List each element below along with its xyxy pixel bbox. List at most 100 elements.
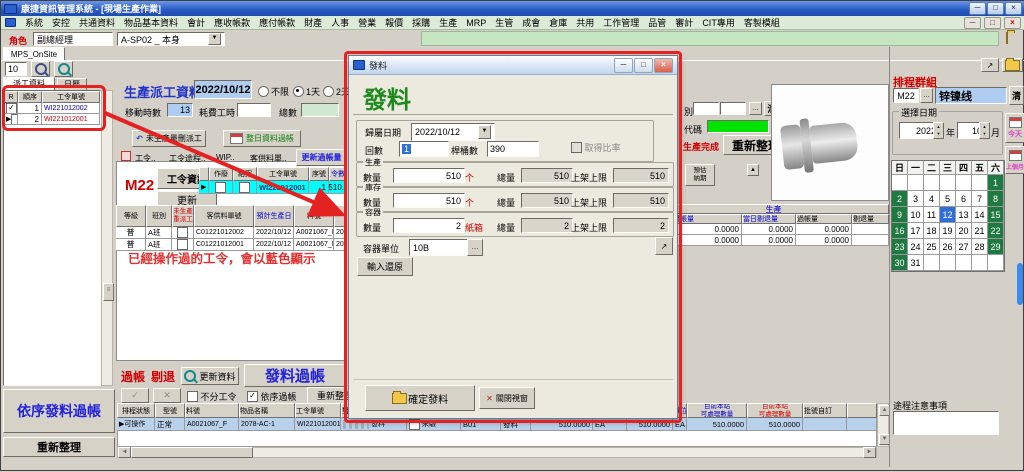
mdi-close-button[interactable]: × [1004, 17, 1021, 29]
calendar-day[interactable]: 29 [988, 239, 1004, 255]
maximize-button[interactable]: □ [987, 2, 1004, 15]
detail-row-date[interactable]: 2022/10/12 [254, 227, 294, 239]
update-post-qty-button[interactable]: 更新過帳量 [296, 149, 347, 166]
calendar-day[interactable]: 14 [972, 207, 988, 223]
year-stepper[interactable]: ▲▼ [933, 122, 944, 139]
tab-dispatch-data[interactable]: 派工資料 [3, 77, 55, 90]
mdi-minimize-button[interactable]: ─ [964, 17, 981, 29]
list-row-wo[interactable]: WI221012002 [42, 103, 100, 114]
menu-item[interactable]: 倉庫 [549, 16, 567, 29]
radio-1day[interactable]: 1天 [293, 85, 320, 98]
tab-calendar[interactable]: 日曆 [57, 78, 87, 90]
scroll-up-icon[interactable]: ▲ [747, 164, 759, 176]
role-name-field[interactable]: 副總經理 [33, 32, 113, 46]
container-qty-input[interactable]: 2 [393, 218, 465, 233]
calendar-day[interactable]: 1 [988, 175, 1004, 191]
calendar-day[interactable]: 22 [988, 223, 1004, 239]
checkbox-icon[interactable] [409, 419, 420, 430]
schedule-group-code[interactable]: M22 [893, 88, 919, 103]
menu-item[interactable]: 應付帳款 [259, 16, 295, 29]
br-status[interactable]: ▶可操作 [117, 418, 155, 431]
menu-item[interactable]: 會計 [187, 16, 205, 29]
popout-button[interactable]: ↗ [981, 58, 999, 72]
menu-item[interactable]: 生產 [439, 16, 457, 29]
sequential-issue-button[interactable]: 依序發料過帳 [3, 389, 115, 433]
calendar-day[interactable] [892, 175, 908, 191]
calendar-day[interactable]: 17 [908, 223, 924, 239]
tab-mps-onsite[interactable]: MPS_OnSite [3, 47, 65, 61]
role-unit-dropdown[interactable]: A-SP02 _ 本身 ▼ [117, 32, 225, 46]
tab-supply[interactable]: 客供料單.. [250, 153, 286, 164]
calendar-day[interactable] [924, 255, 940, 271]
wo-row-seq[interactable]: 1 [309, 181, 329, 194]
close-button[interactable]: × [1005, 2, 1022, 15]
br-qty1[interactable]: 510.0000 [531, 418, 593, 431]
menu-item[interactable]: 人事 [331, 16, 349, 29]
calendar-day-selected[interactable]: 12 [940, 207, 956, 223]
calendar-day[interactable] [972, 255, 988, 271]
month-stepper[interactable]: ▲▼ [979, 122, 990, 139]
barrel-count-input[interactable]: 390 [487, 141, 539, 157]
calendar-day[interactable]: 10 [908, 207, 924, 223]
menu-item[interactable]: 安控 [52, 16, 70, 29]
container-unit-browse[interactable]: … [467, 239, 483, 256]
br-loc[interactable]: B01 [461, 418, 501, 431]
list-row-check[interactable]: ✓ [4, 103, 18, 114]
radio-2day[interactable]: 2天 [323, 85, 350, 98]
calendar-day[interactable]: 15 [988, 207, 1004, 223]
menu-item[interactable]: 報價 [385, 16, 403, 29]
category-input-1[interactable] [693, 102, 719, 115]
menu-item[interactable]: 品管 [648, 16, 666, 29]
radio-unlimited[interactable]: 不限 [258, 85, 289, 98]
detail-row-part[interactable]: A0021067_F [294, 227, 334, 239]
menu-item[interactable]: 營業 [358, 16, 376, 29]
br-check[interactable]: 來驗 [407, 418, 461, 431]
container-unit-input[interactable]: 10B [409, 239, 475, 256]
today-button[interactable]: 今天 [1005, 113, 1024, 143]
checkbox-checked-icon[interactable]: ✓ [6, 103, 17, 114]
br-target[interactable]: 發料 [341, 418, 407, 431]
detail-row-extra[interactable]: 20 [334, 227, 347, 239]
calendar-day[interactable]: 2 [892, 191, 908, 207]
calendar-day[interactable] [940, 255, 956, 271]
scroll-left-icon[interactable]: ◄ [118, 447, 131, 458]
list-row-seq[interactable]: 1 [18, 103, 42, 114]
br-avail1[interactable]: 510.0000 [687, 418, 747, 431]
confirm-issue-button[interactable]: + 確定發料 [365, 385, 475, 411]
stock-qty-input[interactable]: 510 [393, 193, 465, 208]
calendar-day[interactable] [956, 255, 972, 271]
left-refresh-button[interactable]: 重新整理 [3, 437, 115, 457]
prev-month-button[interactable]: 上個月 [1005, 146, 1024, 174]
input-restore-button[interactable]: 輸入還原 [357, 257, 413, 276]
dialog-close-button[interactable]: × [654, 58, 673, 73]
br-wo[interactable]: WI221012001 [295, 418, 341, 431]
bottom-v-scrollbar[interactable]: ▲ ▼ [877, 403, 889, 447]
br-batch[interactable] [803, 418, 847, 431]
br-extra[interactable] [847, 418, 877, 431]
checkbox-no-split[interactable]: 不分工令 [187, 390, 237, 403]
calendar-day[interactable]: 20 [956, 223, 972, 239]
menu-item[interactable]: 審計 [675, 16, 693, 29]
category-input-2[interactable] [720, 102, 746, 115]
menu-item[interactable]: 共通資料 [79, 16, 115, 29]
menu-item[interactable]: 生管 [495, 16, 513, 29]
list-row-wo[interactable]: WI221012001 [42, 114, 100, 125]
notebook-icon[interactable] [1006, 32, 1008, 44]
menu-item[interactable]: 系統 [25, 16, 43, 29]
search-all-button[interactable] [54, 61, 73, 77]
calendar-day[interactable]: 25 [924, 239, 940, 255]
close-window-button[interactable]: ✕ 關閉視窗 [479, 387, 535, 409]
calendar-day[interactable]: 18 [924, 223, 940, 239]
calendar-day[interactable]: 21 [972, 223, 988, 239]
calendar-day[interactable]: 24 [908, 239, 924, 255]
detail-row-grade[interactable]: 普 [116, 227, 146, 239]
prod-qty-input[interactable]: 510 [393, 168, 465, 183]
menu-item[interactable]: 工作管理 [603, 16, 639, 29]
br-avail2[interactable]: 510.0000 [747, 418, 803, 431]
wo-row-number[interactable]: WI221012001 [257, 181, 309, 194]
br-model[interactable]: 正常 [155, 418, 185, 431]
detail-row-extra[interactable]: 20 [334, 239, 347, 251]
wo-row-qty[interactable]: 510. [329, 181, 347, 194]
dropdown-arrow-icon[interactable]: ▼ [478, 125, 491, 139]
minimize-button[interactable]: ─ [969, 2, 986, 15]
